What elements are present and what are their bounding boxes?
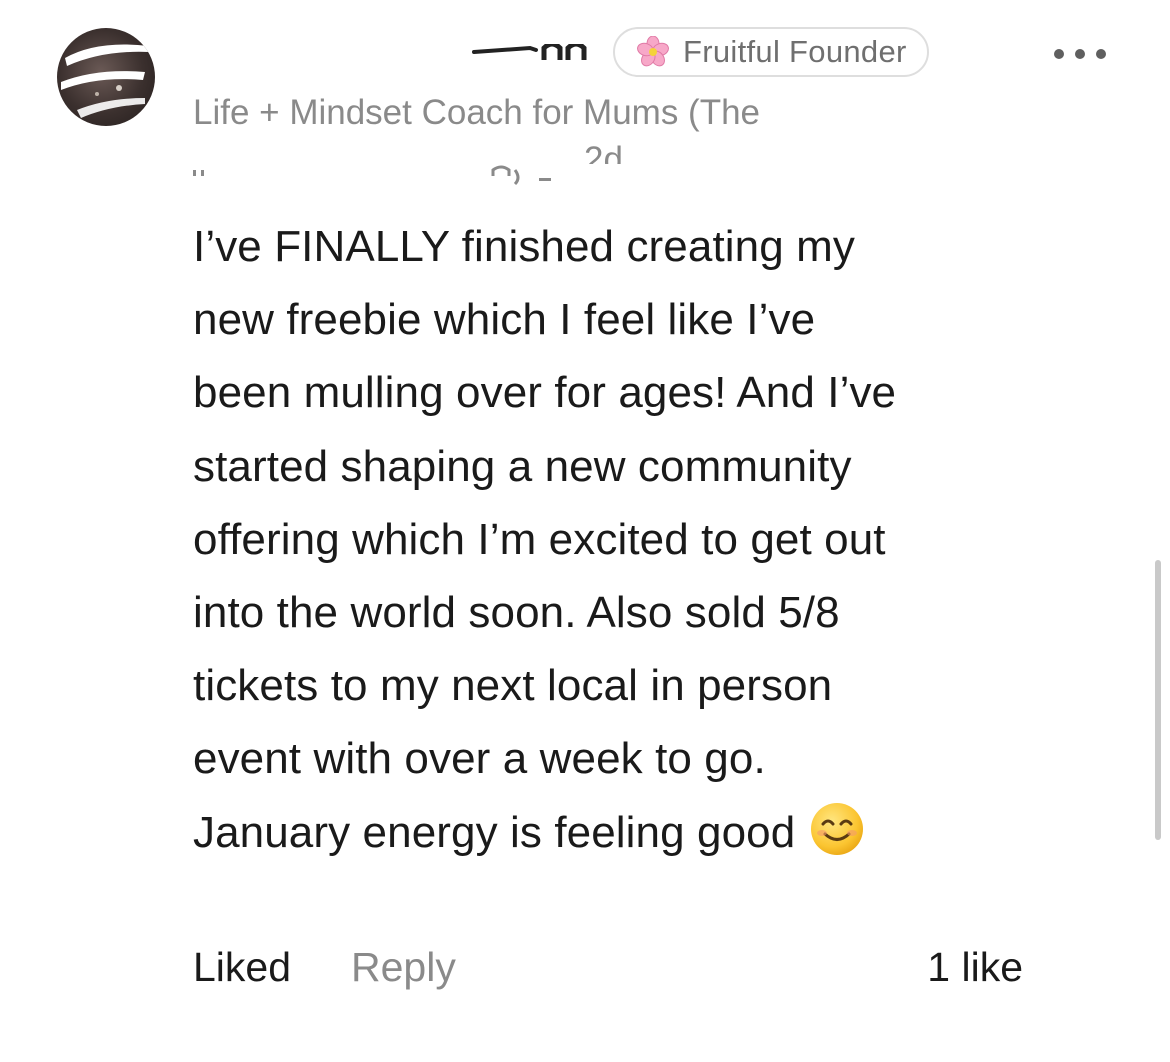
reply-button[interactable]: Reply [351,944,456,991]
redaction-mark [193,165,551,186]
redaction-mark [470,30,600,60]
body-line: new freebie which I feel like I’ve [193,295,816,345]
smiling-face-icon [809,801,865,879]
comment-card: Fruitful Founder Life + Mindset Coach fo… [0,0,1170,1062]
body-line-last: January energy is feeling good [193,796,1073,879]
liked-button[interactable]: Liked [193,944,291,991]
body-line: offering which I’m excited to get out [193,514,886,564]
more-options-icon[interactable] [1054,44,1106,64]
author-headline-redacted [193,148,633,188]
avatar[interactable] [57,28,155,126]
body-line: I’ve FINALLY finished creating my [193,222,855,271]
avatar-redaction [61,44,149,118]
cherry-blossom-icon [637,36,669,67]
body-line: been mulling over for ages! And I’ve [193,368,897,418]
author-name-redacted[interactable] [470,30,600,74]
comment-body: I’ve FINALLY finished creating my new fr… [193,210,1073,879]
likes-count[interactable]: 1 like [927,944,1023,991]
scrollbar[interactable] [1155,560,1161,840]
body-line: tickets to my next local in person [193,661,833,711]
author-headline: Life + Mindset Coach for Mums (The [193,93,761,132]
comment-actions: Liked Reply 1 like [193,944,1073,1004]
badge-label: Fruitful Founder [683,34,907,69]
body-line: event with over a week to go. [193,734,766,784]
user-badge[interactable]: Fruitful Founder [613,27,929,77]
body-line: into the world soon. Also sold 5/8 [193,588,840,638]
body-line: started shaping a new community [193,441,852,491]
body-line-text: January energy is feeling good [193,807,796,857]
